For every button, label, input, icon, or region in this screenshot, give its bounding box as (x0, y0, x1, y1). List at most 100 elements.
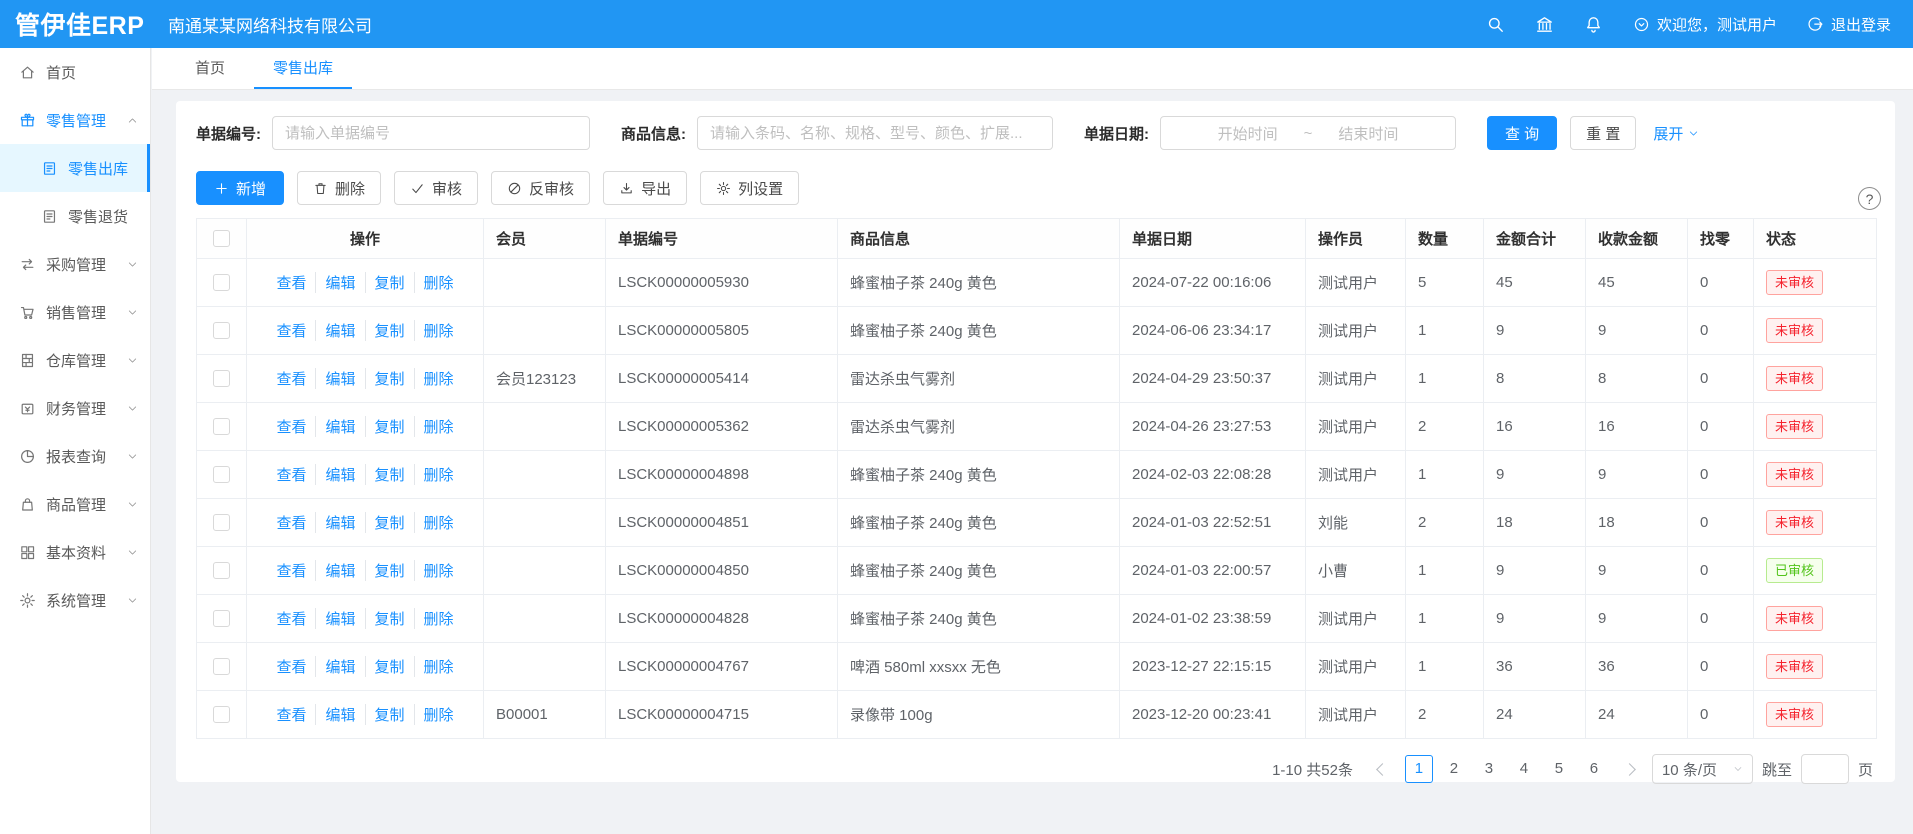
row-checkbox[interactable] (213, 706, 230, 723)
export-button[interactable]: 导出 (603, 171, 687, 205)
sidebar-item-基本资料[interactable]: 基本资料 (0, 528, 150, 576)
action-link-删除[interactable]: 删除 (414, 512, 463, 533)
bell-icon[interactable] (1584, 15, 1603, 34)
action-link-删除[interactable]: 删除 (414, 704, 463, 725)
action-link-复制[interactable]: 复制 (365, 656, 414, 677)
help-icon[interactable]: ? (1858, 187, 1881, 210)
column-settings-button[interactable]: 列设置 (700, 171, 799, 205)
audit-button[interactable]: 审核 (394, 171, 478, 205)
page-button-4[interactable]: 4 (1510, 755, 1538, 783)
action-link-删除[interactable]: 删除 (414, 560, 463, 581)
sidebar-item-仓库管理[interactable]: 仓库管理 (0, 336, 150, 384)
action-link-编辑[interactable]: 编辑 (315, 608, 364, 629)
action-link-复制[interactable]: 复制 (365, 560, 414, 581)
page-size-select[interactable]: 10 条/页 (1652, 754, 1753, 784)
tab-零售出库[interactable]: 零售出库 (254, 48, 352, 89)
action-link-查看[interactable]: 查看 (267, 656, 315, 677)
action-link-复制[interactable]: 复制 (365, 512, 414, 533)
action-link-查看[interactable]: 查看 (267, 608, 315, 629)
action-link-复制[interactable]: 复制 (365, 416, 414, 437)
sidebar-item-商品管理[interactable]: 商品管理 (0, 480, 150, 528)
action-link-删除[interactable]: 删除 (414, 320, 463, 341)
action-link-查看[interactable]: 查看 (267, 704, 315, 725)
logout-button[interactable]: 退出登录 (1807, 14, 1891, 35)
bank-icon[interactable] (1535, 15, 1554, 34)
sidebar-item-首页[interactable]: 首页 (0, 48, 150, 96)
action-link-查看[interactable]: 查看 (267, 560, 315, 581)
action-link-查看[interactable]: 查看 (267, 320, 315, 341)
select-all-checkbox[interactable] (213, 230, 230, 247)
search-button[interactable]: 查 询 (1487, 116, 1557, 150)
row-checkbox[interactable] (213, 466, 230, 483)
product-input[interactable] (697, 116, 1053, 150)
sidebar-item-系统管理[interactable]: 系统管理 (0, 576, 150, 624)
row-checkbox[interactable] (213, 562, 230, 579)
jump-page-input[interactable] (1801, 754, 1849, 784)
action-link-编辑[interactable]: 编辑 (315, 464, 364, 485)
action-link-复制[interactable]: 复制 (365, 368, 414, 389)
expand-link[interactable]: 展开 (1653, 123, 1699, 144)
action-link-编辑[interactable]: 编辑 (315, 704, 364, 725)
action-link-复制[interactable]: 复制 (365, 464, 414, 485)
action-link-编辑[interactable]: 编辑 (315, 272, 364, 293)
prev-page-button[interactable] (1370, 755, 1396, 783)
row-checkbox[interactable] (213, 610, 230, 627)
bill-no-input[interactable] (272, 116, 590, 150)
action-link-查看[interactable]: 查看 (267, 272, 315, 293)
unaudit-button[interactable]: 反审核 (491, 171, 590, 205)
cell-operator: 测试用户 (1306, 355, 1406, 403)
date-range-input[interactable]: 开始时间 ~ 结束时间 (1160, 116, 1456, 150)
row-checkbox[interactable] (213, 658, 230, 675)
cell-member (484, 259, 606, 307)
action-link-查看[interactable]: 查看 (267, 416, 315, 437)
cell-operator: 测试用户 (1306, 451, 1406, 499)
page-button-2[interactable]: 2 (1440, 755, 1468, 783)
cell-change: 0 (1688, 307, 1754, 355)
add-button[interactable]: 新增 (196, 171, 284, 205)
action-link-复制[interactable]: 复制 (365, 608, 414, 629)
action-link-删除[interactable]: 删除 (414, 464, 463, 485)
row-checkbox[interactable] (213, 322, 230, 339)
action-link-编辑[interactable]: 编辑 (315, 512, 364, 533)
welcome-user[interactable]: 欢迎您，测试用户 (1633, 14, 1777, 35)
row-checkbox[interactable] (213, 274, 230, 291)
search-icon[interactable] (1486, 15, 1505, 34)
action-link-删除[interactable]: 删除 (414, 656, 463, 677)
action-link-复制[interactable]: 复制 (365, 320, 414, 341)
action-link-编辑[interactable]: 编辑 (315, 368, 364, 389)
action-link-查看[interactable]: 查看 (267, 368, 315, 389)
action-link-复制[interactable]: 复制 (365, 272, 414, 293)
sidebar-item-零售退货[interactable]: 零售退货 (0, 192, 150, 240)
action-link-编辑[interactable]: 编辑 (315, 656, 364, 677)
reset-button[interactable]: 重 置 (1570, 116, 1636, 150)
warehouse-icon (19, 352, 36, 369)
delete-button[interactable]: 删除 (297, 171, 381, 205)
row-checkbox[interactable] (213, 514, 230, 531)
sidebar-item-零售出库[interactable]: 零售出库 (0, 144, 150, 192)
sidebar-item-财务管理[interactable]: 财务管理 (0, 384, 150, 432)
sidebar-item-报表查询[interactable]: 报表查询 (0, 432, 150, 480)
action-link-复制[interactable]: 复制 (365, 704, 414, 725)
tab-首页[interactable]: 首页 (176, 48, 244, 89)
next-page-button[interactable] (1617, 755, 1643, 783)
action-link-编辑[interactable]: 编辑 (315, 416, 364, 437)
page-button-6[interactable]: 6 (1580, 755, 1608, 783)
page-button-1[interactable]: 1 (1405, 755, 1433, 783)
action-link-编辑[interactable]: 编辑 (315, 560, 364, 581)
action-link-删除[interactable]: 删除 (414, 368, 463, 389)
action-link-删除[interactable]: 删除 (414, 416, 463, 437)
row-checkbox[interactable] (213, 418, 230, 435)
row-checkbox[interactable] (213, 370, 230, 387)
sidebar-item-零售管理[interactable]: 零售管理 (0, 96, 150, 144)
action-link-查看[interactable]: 查看 (267, 512, 315, 533)
page-button-3[interactable]: 3 (1475, 755, 1503, 783)
sidebar-item-采购管理[interactable]: 采购管理 (0, 240, 150, 288)
page-button-5[interactable]: 5 (1545, 755, 1573, 783)
action-link-删除[interactable]: 删除 (414, 608, 463, 629)
header-actions: 欢迎您，测试用户 退出登录 (1486, 14, 1913, 35)
action-link-查看[interactable]: 查看 (267, 464, 315, 485)
action-link-编辑[interactable]: 编辑 (315, 320, 364, 341)
action-link-删除[interactable]: 删除 (414, 272, 463, 293)
sidebar-item-销售管理[interactable]: 销售管理 (0, 288, 150, 336)
column-header-操作: 操作 (247, 219, 484, 259)
